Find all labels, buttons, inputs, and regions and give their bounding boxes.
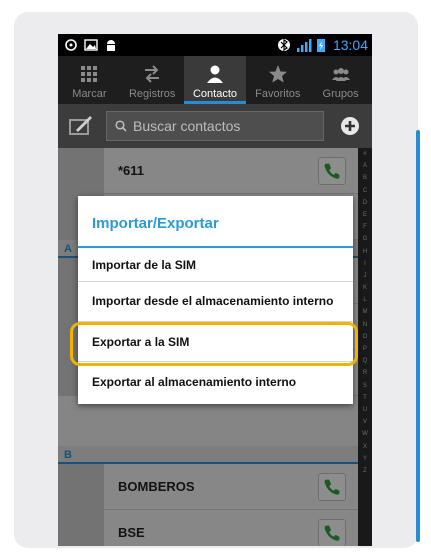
dialpad-icon bbox=[81, 66, 98, 82]
search-row: Buscar contactos bbox=[58, 104, 372, 148]
highlight-outline bbox=[70, 322, 358, 366]
menu-item-import-storage[interactable]: Importar desde el almacenamiento interno bbox=[78, 282, 353, 322]
star-icon bbox=[268, 65, 287, 83]
signal-icon bbox=[297, 39, 312, 52]
tab-grupos[interactable]: Grupos bbox=[309, 56, 372, 104]
status-time: 13:04 bbox=[332, 37, 368, 53]
search-icon bbox=[115, 120, 127, 132]
tab-label: Registros bbox=[128, 88, 176, 100]
location-icon bbox=[65, 39, 77, 51]
bluetooth-icon bbox=[278, 38, 290, 52]
menu-item-export-storage[interactable]: Exportar al almacenamiento interno bbox=[78, 362, 353, 402]
battery-icon bbox=[317, 39, 325, 52]
card-accent-bar bbox=[416, 130, 420, 542]
call-log-icon bbox=[145, 65, 160, 83]
menu-item-import-sim[interactable]: Importar de la SIM bbox=[78, 248, 353, 282]
tab-label: Marcar bbox=[72, 88, 107, 100]
person-icon bbox=[206, 65, 223, 83]
search-placeholder: Buscar contactos bbox=[133, 118, 241, 134]
android-icon bbox=[107, 40, 115, 51]
import-export-dialog: Importar/Exportar Importar de la SIM Imp… bbox=[78, 196, 353, 404]
tab-favoritos[interactable]: Favoritos bbox=[246, 56, 309, 104]
dialog-title: Importar/Exportar bbox=[78, 196, 353, 248]
tab-contacto[interactable]: Contacto bbox=[183, 56, 247, 104]
tab-bar: Marcar Registros Contacto Favoritos Grup… bbox=[58, 56, 372, 104]
tab-label: Contacto bbox=[192, 88, 237, 100]
search-input[interactable]: Buscar contactos bbox=[106, 111, 324, 141]
image-icon bbox=[84, 39, 98, 51]
tab-marcar[interactable]: Marcar bbox=[58, 56, 121, 104]
group-icon bbox=[331, 68, 350, 81]
tab-label: Grupos bbox=[322, 88, 359, 100]
status-bar: 13:04 bbox=[58, 34, 372, 56]
add-contact-icon[interactable] bbox=[340, 116, 360, 136]
edit-contact-icon[interactable] bbox=[68, 114, 94, 138]
tab-registros[interactable]: Registros bbox=[121, 56, 184, 104]
tab-label: Favoritos bbox=[255, 88, 301, 100]
